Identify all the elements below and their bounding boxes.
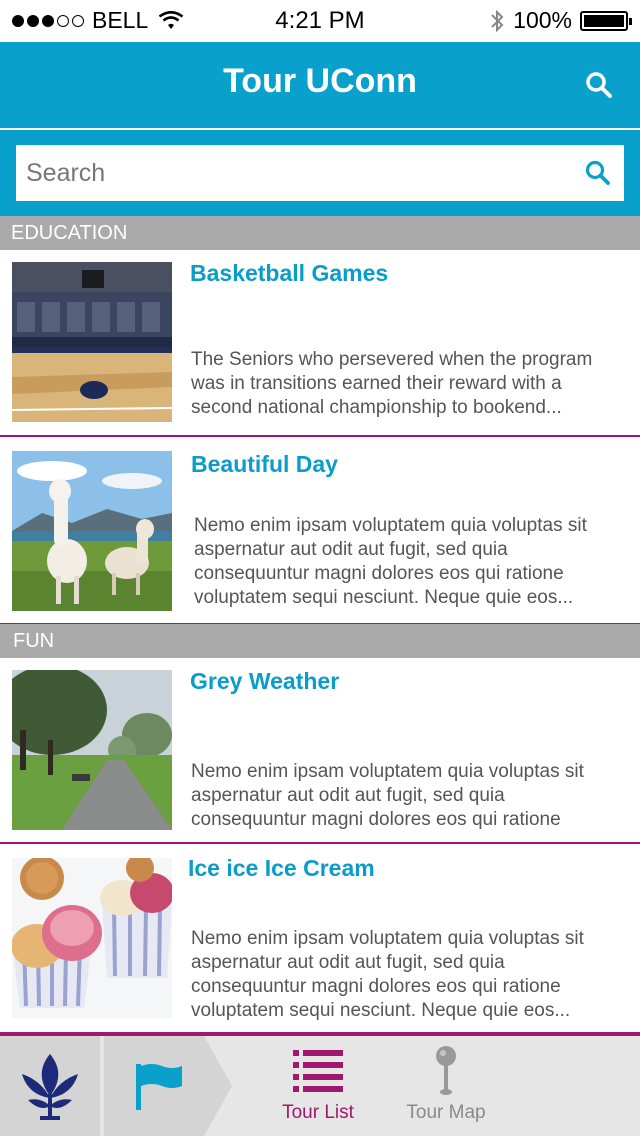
list-icon	[293, 1050, 343, 1092]
list-item[interactable]: Beautiful Day Nemo enim ipsam voluptatem…	[0, 437, 640, 625]
bluetooth-icon	[491, 9, 504, 32]
item-description: Nemo enim ipsam voluptatem quia voluptas…	[191, 761, 584, 830]
tab-label: Tour Map	[406, 1102, 486, 1123]
item-title[interactable]: Beautiful Day	[191, 451, 338, 478]
alpacas-photo	[12, 451, 172, 611]
uconn-logo[interactable]	[0, 1036, 100, 1136]
section-header-education: EDUCATION	[0, 216, 640, 250]
item-title[interactable]: Ice ice Ice Cream	[188, 855, 375, 882]
item-title[interactable]: Grey Weather	[190, 668, 339, 695]
item-title[interactable]: Basketball Games	[190, 260, 388, 287]
search-box	[16, 145, 624, 201]
tab-tour-map[interactable]: Tour Map	[382, 1036, 510, 1136]
status-right: 100%	[489, 7, 632, 34]
header-search-icon[interactable]	[584, 70, 614, 100]
map-pin-icon	[436, 1046, 456, 1095]
basketball-arena-photo	[12, 262, 172, 422]
list-item[interactable]: Ice ice Ice Cream Nemo enim ipsam volupt…	[0, 844, 640, 1034]
item-description: Nemo enim ipsam voluptatem quia voluptas…	[191, 928, 584, 1021]
search-bar	[0, 130, 640, 216]
ice-cream-photo	[12, 858, 172, 1018]
search-input[interactable]	[26, 145, 566, 201]
tab-tour-list[interactable]: Tour List	[254, 1036, 382, 1136]
page-title: Tour UConn	[223, 62, 417, 100]
search-icon[interactable]	[584, 159, 612, 187]
tab-label: Tour List	[282, 1102, 354, 1123]
tab-bar: Tour List Tour Map	[0, 1034, 640, 1136]
item-description: The Seniors who persevered when the prog…	[191, 349, 593, 418]
flag-tab[interactable]	[104, 1036, 236, 1136]
battery-percent: 100%	[513, 7, 572, 33]
list-item[interactable]: Grey Weather Nemo enim ipsam voluptatem …	[0, 658, 640, 844]
list-item[interactable]: Basketball Games The Seniors who perseve…	[0, 250, 640, 437]
item-description: Nemo enim ipsam voluptatem quia voluptas…	[194, 515, 587, 608]
header: Tour UConn	[0, 42, 640, 128]
status-bar: BELL 4:21 PM 100%	[0, 0, 640, 42]
battery-icon	[580, 10, 632, 31]
section-header-fun: FUN	[0, 624, 640, 658]
park-path-photo	[12, 670, 172, 830]
